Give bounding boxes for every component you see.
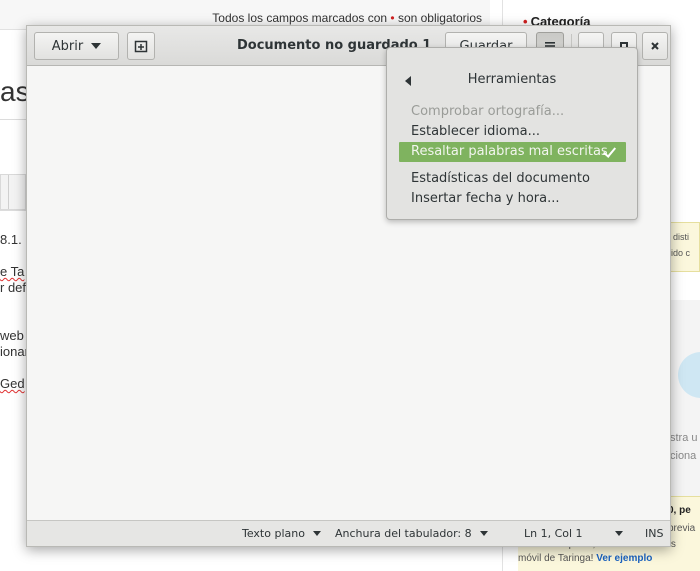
language-selector[interactable]: Texto plano (242, 527, 321, 540)
back-arrow-icon[interactable] (405, 76, 411, 86)
menu-item-check-spelling: Comprobar ortografía... (411, 104, 565, 119)
sidebar-image-text: ciona (670, 450, 697, 462)
tab-width-label: Anchura del tabulador: 8 (335, 527, 472, 540)
body-text-fragment: web (0, 328, 24, 343)
tools-popover-menu: Herramientas Comprobar ortografía... Est… (386, 47, 638, 220)
body-text-fragment: ionar (0, 344, 29, 359)
body-text-fragment: e Ta (0, 264, 25, 279)
camera-icon (678, 352, 700, 398)
language-label: Texto plano (242, 527, 305, 540)
menu-item-highlight-misspelled[interactable]: Resaltar palabras mal escritas (399, 142, 626, 162)
sidebar-image-text: stra u (670, 432, 698, 444)
menu-item-document-statistics[interactable]: Estadísticas del documento (411, 171, 590, 186)
cursor-position-label: Ln 1, Col 1 (524, 527, 583, 540)
chevron-down-icon (91, 43, 102, 49)
menu-item-label: Resaltar palabras mal escritas (411, 144, 608, 159)
close-icon (651, 42, 659, 50)
required-note-end: son obligatorios (397, 11, 482, 25)
cursor-position-selector[interactable]: Ln 1, Col 1 (524, 527, 623, 540)
new-document-button[interactable] (127, 32, 155, 60)
page-divider (0, 119, 26, 120)
insert-mode-indicator: INS (645, 527, 664, 540)
promo-example-link[interactable]: Ver ejemplo (596, 553, 652, 564)
chevron-down-icon (614, 531, 623, 536)
open-button[interactable]: Abrir (34, 32, 119, 60)
menu-item-insert-date-time[interactable]: Insertar fecha y hora... (411, 191, 560, 206)
page-divider (0, 210, 26, 211)
close-button[interactable] (642, 32, 668, 60)
required-dot: • (390, 11, 395, 25)
menu-item-set-language[interactable]: Establecer idioma... (411, 124, 540, 139)
chevron-down-icon (479, 531, 488, 536)
promo-line: previa (668, 523, 696, 534)
new-document-icon (134, 40, 148, 53)
body-text-fragment: 8.1. (0, 232, 22, 247)
screen: Todos los campos marcados con • son obli… (0, 0, 700, 571)
chevron-down-icon (312, 531, 321, 536)
popover-title: Herramientas (467, 72, 557, 87)
required-note-text: Todos los campos marcados con (212, 11, 388, 25)
promo-bold-fragment: 0, pe (668, 505, 691, 516)
body-text-fragment: Ged (0, 376, 25, 391)
editor-toolbar-fragment (0, 174, 26, 210)
status-bar: Texto plano Anchura del tabulador: 8 Ln … (27, 520, 670, 546)
open-button-label: Abrir (51, 38, 84, 54)
body-text-fragment: r def (0, 280, 27, 295)
promo-line: móvil de Taringa! (518, 553, 594, 564)
tab-width-selector[interactable]: Anchura del tabulador: 8 (335, 527, 488, 540)
